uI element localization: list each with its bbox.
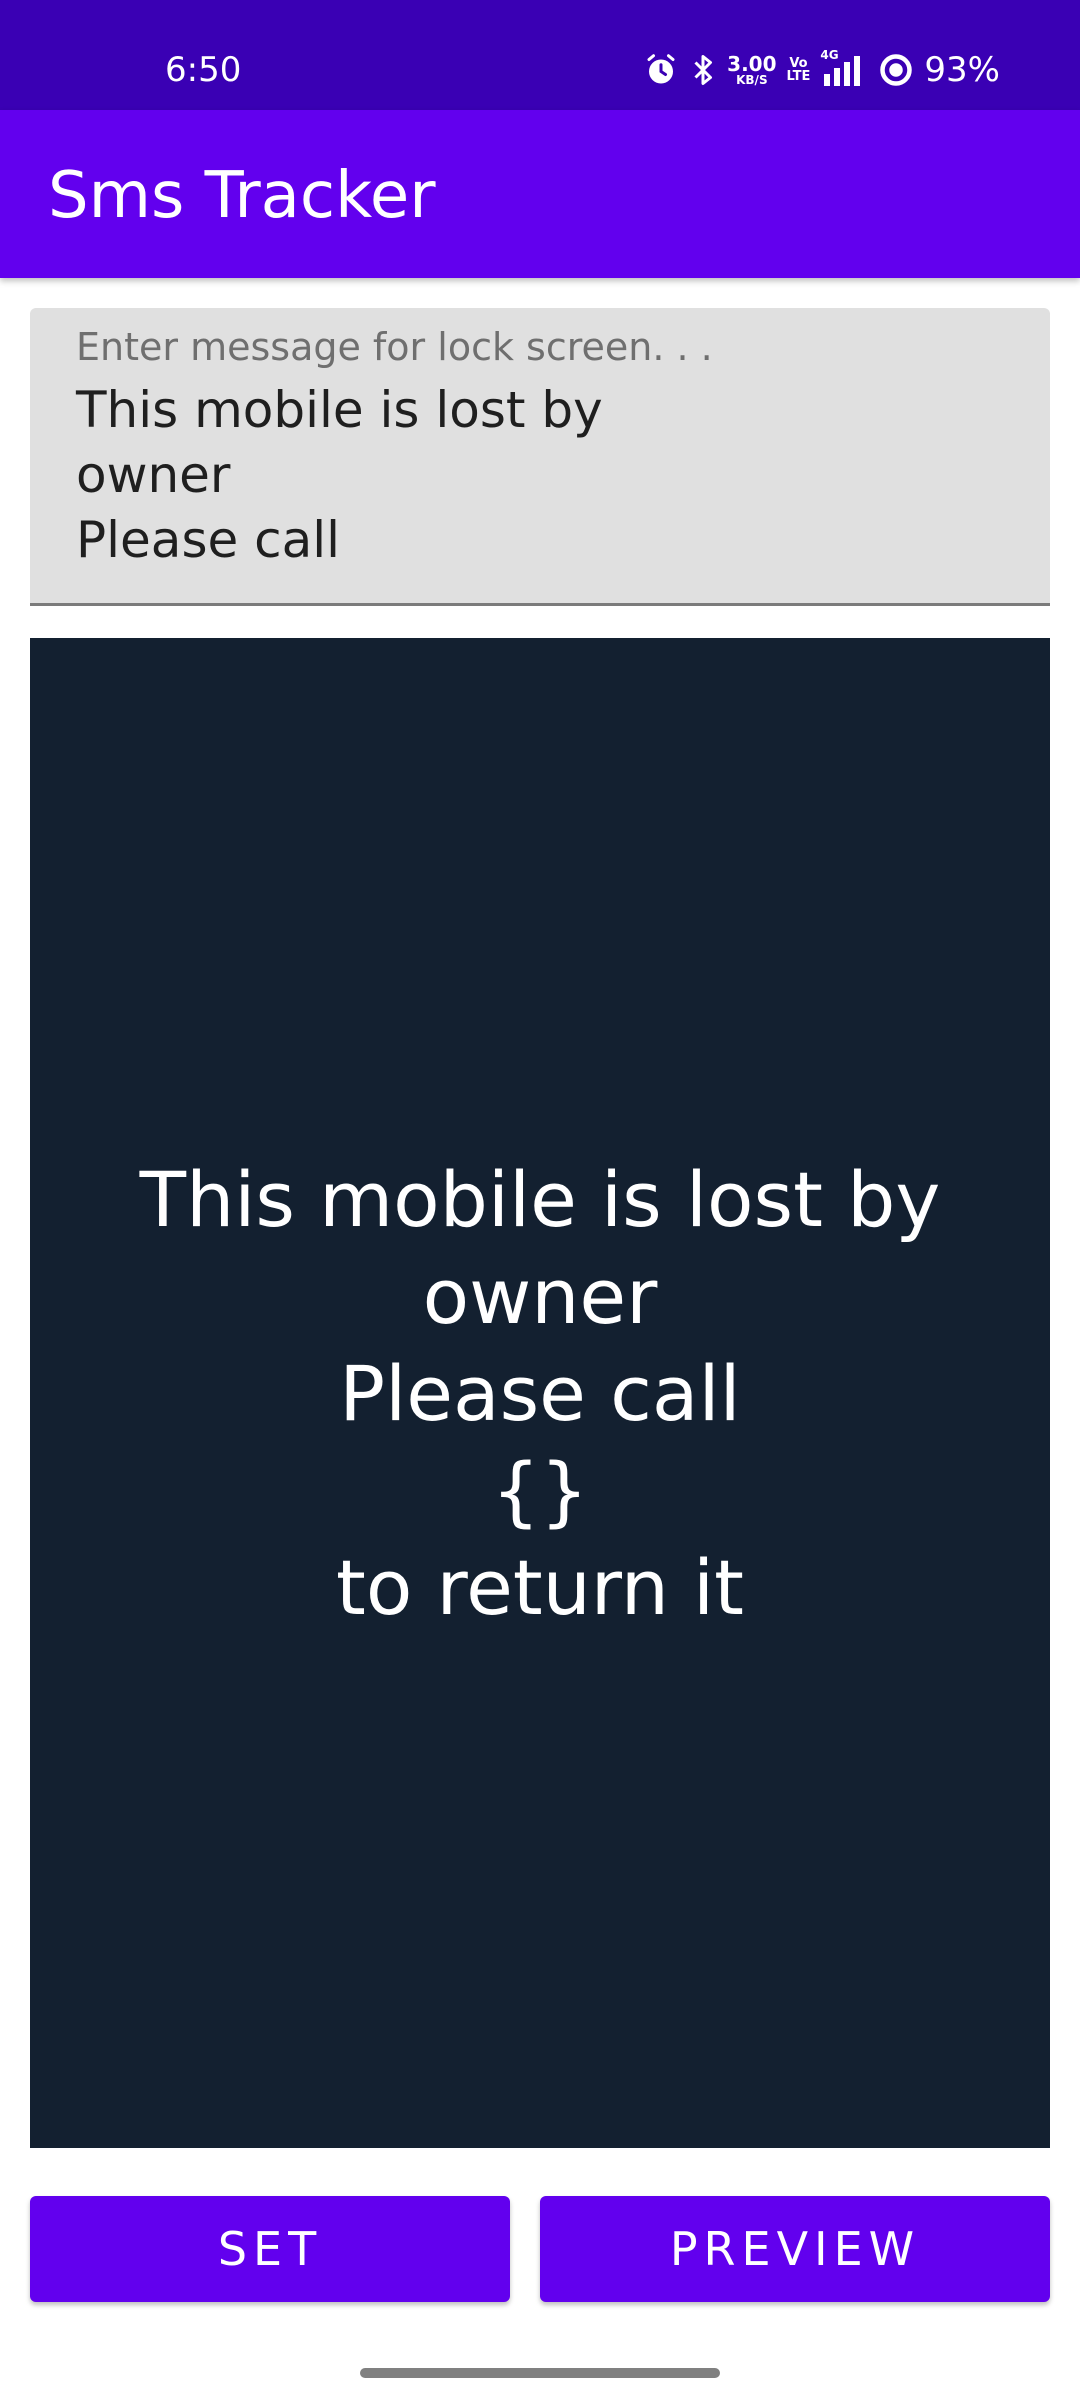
alarm-icon bbox=[643, 52, 679, 88]
message-input[interactable]: This mobile is lost by owner Please call bbox=[76, 378, 603, 573]
volte-indicator: Vo LTE bbox=[787, 57, 811, 83]
app-title: Sms Tracker bbox=[48, 159, 436, 233]
network-speed-value: 3.00 bbox=[727, 52, 777, 76]
message-field[interactable]: Enter message for lock screen. . . This … bbox=[30, 308, 1050, 606]
preview-button[interactable]: PREVIEW bbox=[540, 2196, 1050, 2302]
message-field-label: Enter message for lock screen. . . bbox=[76, 325, 713, 369]
network-speed-unit: KB/S bbox=[736, 73, 768, 87]
battery-icon bbox=[878, 52, 914, 88]
volte-bottom: LTE bbox=[786, 69, 811, 84]
set-button[interactable]: SET bbox=[30, 2196, 510, 2302]
app-bar: Sms Tracker bbox=[0, 110, 1080, 278]
status-icons: 3.00 KB/S Vo LTE 4G 93% bbox=[643, 48, 1000, 92]
network-speed: 3.00 KB/S bbox=[727, 54, 776, 86]
battery-percentage: 93% bbox=[924, 50, 1000, 90]
lock-screen-preview: This mobile is lost by owner Please call… bbox=[30, 638, 1050, 2148]
signal-icon: 4G bbox=[820, 48, 868, 88]
bluetooth-icon bbox=[689, 52, 717, 88]
home-indicator[interactable] bbox=[360, 2368, 720, 2378]
status-bar: 6:50 3.00 KB/S Vo LTE 4G 93% bbox=[0, 0, 1080, 110]
preview-message: This mobile is lost by owner Please call… bbox=[139, 1154, 941, 1632]
status-time: 6:50 bbox=[165, 50, 242, 90]
